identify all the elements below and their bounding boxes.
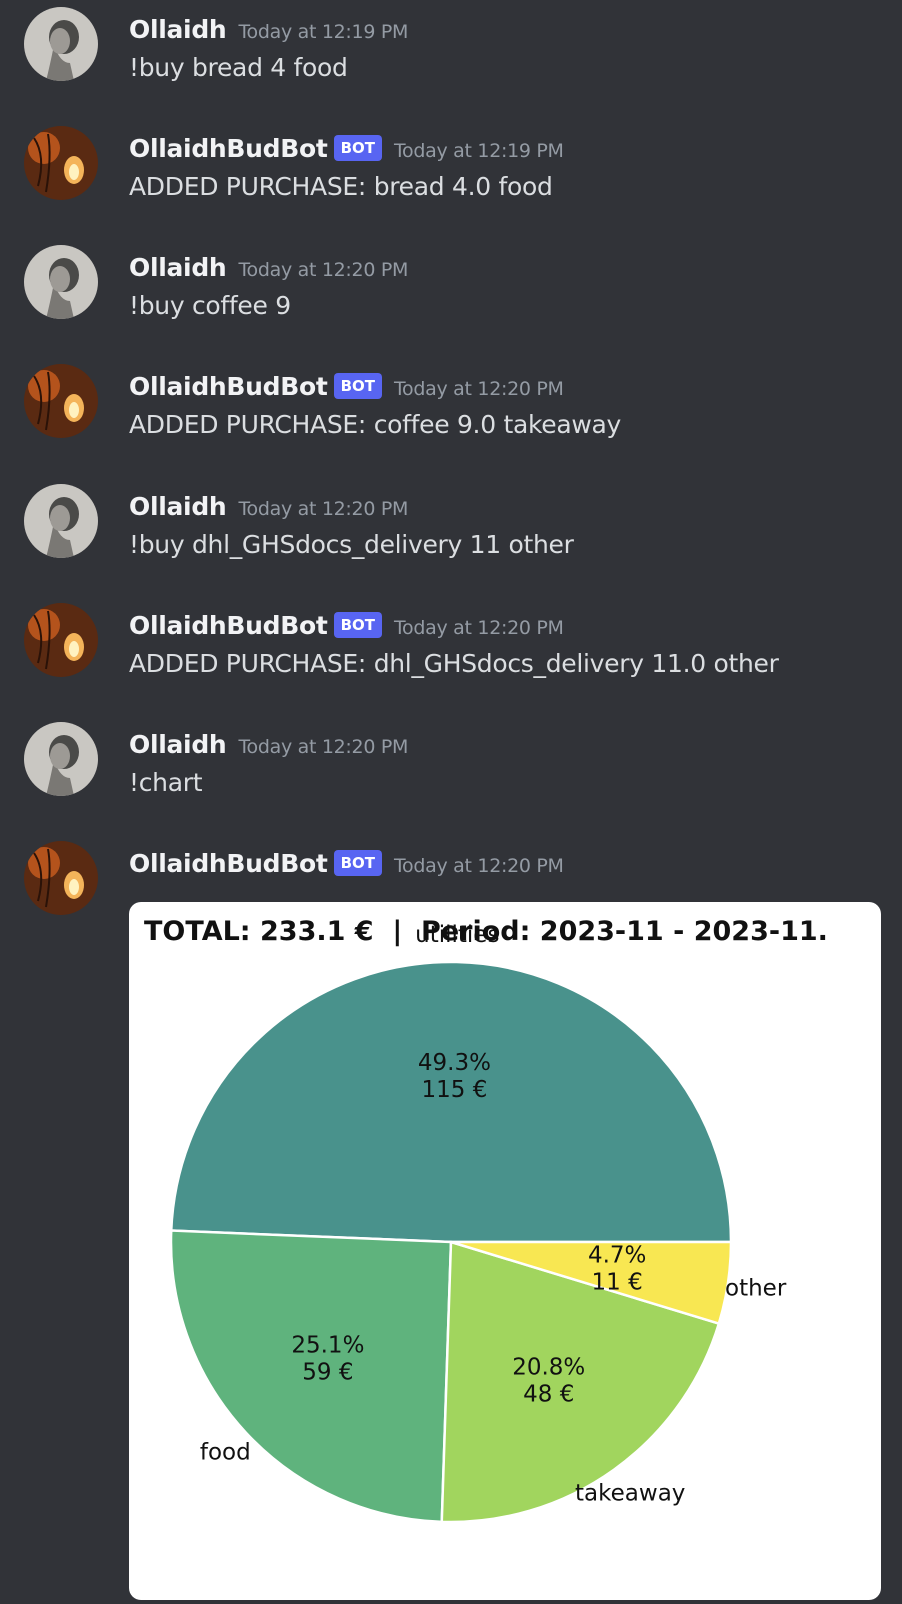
timestamp: Today at 12:19 PM xyxy=(238,21,409,43)
message-header: OllaidhBudBot BOT Today at 12:20 PM xyxy=(129,611,564,640)
slice-percent-label: 4.7% xyxy=(588,1243,646,1269)
bot-badge: BOT xyxy=(333,612,382,638)
timestamp: Today at 12:20 PM xyxy=(393,378,564,400)
username[interactable]: Ollaidh xyxy=(129,730,227,759)
slice-value-label: 59 € xyxy=(302,1359,353,1385)
slice-percent-label: 20.8% xyxy=(512,1355,585,1381)
user-avatar[interactable] xyxy=(24,722,98,796)
slice-category-label: utilities xyxy=(415,922,499,948)
slice-percent-label: 49.3% xyxy=(418,1050,491,1076)
timestamp: Today at 12:20 PM xyxy=(393,855,564,877)
username[interactable]: OllaidhBudBot xyxy=(129,134,328,163)
username[interactable]: Ollaidh xyxy=(129,253,227,282)
slice-category-label: food xyxy=(200,1440,251,1466)
bot-avatar[interactable] xyxy=(24,603,98,677)
user-avatar[interactable] xyxy=(24,484,98,558)
bot-badge: BOT xyxy=(333,373,382,399)
username[interactable]: Ollaidh xyxy=(129,492,227,521)
bot-avatar[interactable] xyxy=(24,364,98,438)
username[interactable]: Ollaidh xyxy=(129,15,227,44)
message-header: Ollaidh Today at 12:20 PM xyxy=(129,492,408,521)
message-header: OllaidhBudBot BOT Today at 12:20 PM xyxy=(129,849,564,878)
slice-category-label: other xyxy=(725,1275,787,1301)
message-header: Ollaidh Today at 12:20 PM xyxy=(129,730,408,759)
username[interactable]: OllaidhBudBot xyxy=(129,849,328,878)
timestamp: Today at 12:19 PM xyxy=(393,140,564,162)
slice-value-label: 11 € xyxy=(592,1270,643,1296)
timestamp: Today at 12:20 PM xyxy=(238,736,409,758)
timestamp: Today at 12:20 PM xyxy=(238,498,409,520)
slice-percent-label: 25.1% xyxy=(291,1332,364,1358)
slice-value-label: 48 € xyxy=(523,1382,574,1408)
message-content: ADDED PURCHASE: bread 4.0 food xyxy=(129,172,553,201)
timestamp: Today at 12:20 PM xyxy=(238,259,409,281)
bot-avatar[interactable] xyxy=(24,126,98,200)
username[interactable]: OllaidhBudBot xyxy=(129,372,328,401)
message-content: ADDED PURCHASE: dhl_GHSdocs_delivery 11.… xyxy=(129,649,779,678)
slice-value-label: 115 € xyxy=(422,1077,488,1103)
message-content: !chart xyxy=(129,768,203,797)
timestamp: Today at 12:20 PM xyxy=(393,617,564,639)
message-content: !buy dhl_GHSdocs_delivery 11 other xyxy=(129,530,574,559)
message-content: !buy coffee 9 xyxy=(129,291,291,320)
user-avatar[interactable] xyxy=(24,7,98,81)
message-header: Ollaidh Today at 12:19 PM xyxy=(129,15,408,44)
message-header: OllaidhBudBot BOT Today at 12:19 PM xyxy=(129,134,564,163)
bot-badge: BOT xyxy=(333,135,382,161)
slice-category-label: takeaway xyxy=(575,1480,685,1506)
username[interactable]: OllaidhBudBot xyxy=(129,611,328,640)
pie-chart: TOTAL: 233.1 € | Period: 2023-11 - 2023-… xyxy=(144,916,828,1524)
message-content: ADDED PURCHASE: coffee 9.0 takeaway xyxy=(129,410,622,439)
message-header: Ollaidh Today at 12:20 PM xyxy=(129,253,408,282)
chart-image-attachment[interactable]: TOTAL: 233.1 € | Period: 2023-11 - 2023-… xyxy=(129,902,881,1600)
bot-avatar[interactable] xyxy=(24,841,98,915)
message-header: OllaidhBudBot BOT Today at 12:20 PM xyxy=(129,372,564,401)
bot-badge: BOT xyxy=(333,850,382,876)
message-content: !buy bread 4 food xyxy=(129,53,348,82)
user-avatar[interactable] xyxy=(24,245,98,319)
